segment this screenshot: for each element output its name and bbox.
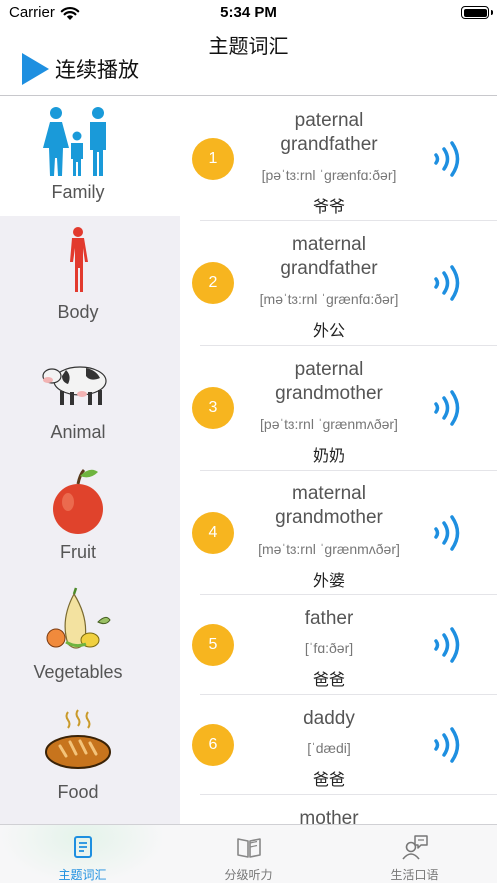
index-badge: 1: [192, 138, 234, 180]
word-english: maternal grandfather: [240, 233, 418, 281]
clock: 5:34 PM: [220, 4, 277, 21]
word-line: maternal: [292, 234, 366, 255]
category-label: Animal: [50, 422, 106, 442]
word-english: paternal grandfather: [240, 109, 418, 157]
category-label: Family: [51, 182, 105, 202]
tab-listening[interactable]: 分级听力: [166, 825, 331, 883]
list-item[interactable]: 3 paternal grandmother [pəˈtɜ:rnl ˈɡrænm…: [180, 346, 497, 471]
word-chinese: 爸爸: [312, 772, 345, 789]
word-line: maternal: [292, 483, 366, 504]
index-badge: 4: [192, 512, 234, 554]
vocabulary-icon: [74, 836, 92, 858]
list-item[interactable]: 1 paternal grandfather [pəˈtɜ:rnl ˈɡrænf…: [180, 96, 497, 221]
speaker-icon[interactable]: [432, 624, 464, 666]
list-item[interactable]: 6 daddy [ˈdædi] 爸爸: [180, 695, 497, 795]
bread-icon: [45, 709, 111, 769]
word-english: daddy: [303, 708, 355, 729]
vegetables-icon: [46, 587, 111, 649]
book-icon: [237, 838, 261, 858]
apple-icon: [53, 468, 103, 534]
word-line: paternal: [294, 110, 364, 131]
tab-label: 主题词汇: [58, 868, 107, 882]
word-chinese: 外婆: [312, 573, 345, 590]
speaker-icon[interactable]: [432, 262, 464, 304]
word-english: maternal grandmother: [240, 482, 418, 530]
word-line: grandmother: [275, 507, 383, 528]
category-family[interactable]: Family: [0, 96, 180, 216]
index-badge: 3: [192, 387, 234, 429]
word-english: father: [304, 608, 354, 629]
word-phonetic: [ˈdædi]: [307, 740, 351, 756]
tab-label: 分级听力: [224, 868, 273, 882]
word-phonetic: [ˈfɑ:ðər]: [304, 640, 354, 656]
tab-label: 生活口语: [390, 868, 439, 882]
category-body[interactable]: Body: [0, 216, 180, 336]
continuous-play-button[interactable]: 连续播放: [22, 53, 139, 85]
list-item[interactable]: 4 maternal grandmother [məˈtɜ:rnl ˈɡrænm…: [180, 471, 497, 595]
tab-bar: 主题词汇 分级听力 生活口语: [0, 824, 497, 883]
play-icon: [22, 53, 49, 85]
word-chinese: 外公: [312, 323, 345, 340]
word-list[interactable]: 1 paternal grandfather [pəˈtɜ:rnl ˈɡrænf…: [180, 96, 497, 824]
category-food[interactable]: Food: [0, 696, 180, 816]
word-chinese: 爷爷: [312, 199, 345, 216]
continuous-play-label: 连续播放: [55, 59, 139, 82]
word-line: grandfather: [280, 258, 378, 279]
battery-icon: [461, 6, 493, 19]
list-item[interactable]: 5 father [ˈfɑ:ðər] 爸爸: [180, 595, 497, 695]
body-icon: [70, 227, 88, 292]
category-label: Vegetables: [33, 662, 123, 682]
category-sidebar[interactable]: Family Body Animal Fruit Vegetables Food: [0, 96, 180, 824]
category-label: Body: [57, 302, 99, 322]
category-vegetables[interactable]: Vegetables: [0, 576, 180, 696]
category-label: Fruit: [60, 542, 96, 562]
list-item[interactable]: mother: [180, 795, 497, 824]
index-badge: 2: [192, 262, 234, 304]
word-phonetic: [məˈtɜ:rnl ˈɡrænmʌðər]: [258, 541, 400, 557]
category-fruit[interactable]: Fruit: [0, 456, 180, 576]
tab-speaking[interactable]: 生活口语: [332, 825, 497, 883]
category-label: Food: [57, 782, 99, 802]
tab-vocabulary[interactable]: 主题词汇: [0, 825, 165, 883]
word-line: paternal: [294, 359, 364, 380]
speaker-icon[interactable]: [432, 387, 464, 429]
word-chinese: 爸爸: [312, 672, 345, 689]
index-badge: 6: [192, 724, 234, 766]
list-item[interactable]: 2 maternal grandfather [məˈtɜ:rnl ˈɡrænf…: [180, 221, 497, 346]
speaking-icon: [402, 835, 428, 860]
speaker-icon[interactable]: [432, 512, 464, 554]
word-phonetic: [pəˈtɜ:rnl ˈɡrænfɑ:ðər]: [261, 167, 397, 183]
word-phonetic: [məˈtɜ:rnl ˈɡrænfɑ:ðər]: [259, 291, 399, 307]
word-english: paternal grandmother: [240, 358, 418, 406]
cow-icon: [42, 366, 107, 405]
family-icon: [43, 107, 106, 176]
word-chinese: 奶奶: [312, 448, 345, 465]
speaker-icon[interactable]: [432, 724, 464, 766]
word-line: grandfather: [280, 134, 378, 155]
word-line: grandmother: [275, 383, 383, 404]
status-bar: Carrier 5:34 PM: [0, 0, 497, 26]
category-animal[interactable]: Animal: [0, 336, 180, 456]
word-english: mother: [299, 808, 359, 824]
word-phonetic: [pəˈtɜ:rnl ˈɡrænmʌðər]: [260, 416, 398, 432]
index-badge: 5: [192, 624, 234, 666]
speaker-icon[interactable]: [432, 138, 464, 180]
